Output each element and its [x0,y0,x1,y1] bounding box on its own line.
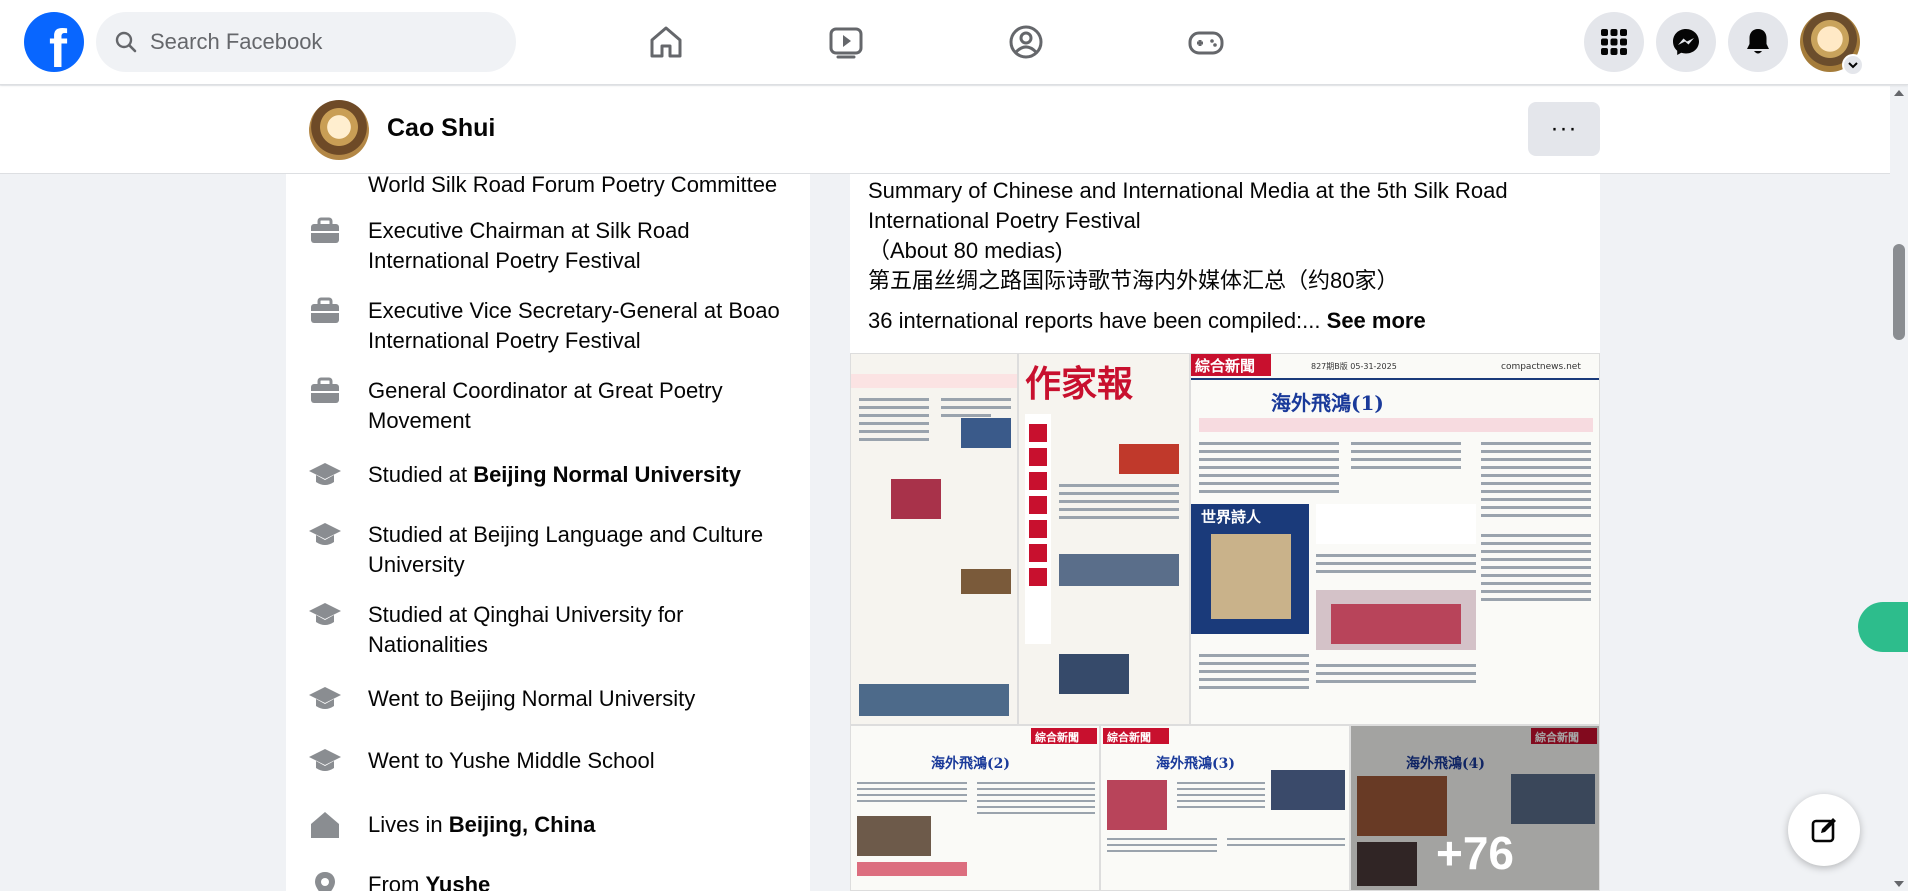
intro-item: World Silk Road Forum Poetry Committee [308,174,798,200]
search-icon [115,31,137,53]
intro-item: Executive Vice Secretary-General at Boao… [308,296,798,356]
section-label: 綜合新聞 [1195,357,1255,375]
post-card: Summary of Chinese and International Med… [850,174,1600,891]
compose-icon [1811,818,1836,843]
briefcase-icon [311,217,339,243]
more-photos-overlay[interactable]: +76 [1351,726,1599,890]
messenger-icon[interactable] [1656,12,1716,72]
site-name: compactnews.net [1501,362,1581,372]
newspaper-photo-more[interactable]: 綜合新聞 海外飛鴻(4) +76 [1350,725,1600,891]
headline: 海外飛鴻(1) [1271,391,1384,415]
newspaper-photo[interactable] [850,353,1018,725]
photo-grid: 作家報 綜合新聞 827期B版 05-31-2025 compactnews.n… [850,353,1600,891]
post-line: （About 80 medias) [868,238,1063,263]
search-bar[interactable] [96,12,516,72]
newspaper-photo[interactable]: 綜合新聞 827期B版 05-31-2025 compactnews.net 海… [1190,353,1600,725]
see-more-link[interactable]: See more [1327,308,1426,333]
headline: 海外飛鴻(2) [931,755,1010,772]
graduation-cap-icon [309,603,341,625]
masthead-text: 作家報 [1025,363,1133,405]
section-label: 綜合新聞 [1035,730,1079,744]
graduation-cap-icon [309,749,341,771]
profile-avatar[interactable] [309,100,369,160]
account-avatar[interactable] [1800,12,1864,76]
page-scrollbar[interactable] [1890,86,1908,891]
newspaper-photo[interactable]: 綜合新聞 海外飛鴻(3) [1100,725,1350,891]
notifications-icon[interactable] [1728,12,1788,72]
facebook-logo-icon[interactable]: f [24,12,84,72]
watch-icon[interactable] [820,14,872,70]
intro-item: Studied at Beijing Normal University [308,460,798,490]
search-input[interactable] [150,29,470,55]
groups-icon[interactable] [1000,14,1052,70]
briefcase-icon [311,297,339,323]
intro-card: World Silk Road Forum Poetry Committee E… [286,174,810,891]
home-icon [311,812,339,838]
profile-name[interactable]: Cao Shui [387,114,495,143]
post-line: Summary of Chinese and International Med… [868,178,1508,233]
briefcase-icon [308,174,342,200]
graduation-cap-icon [309,687,341,709]
issue-date: 827期B版 05-31-2025 [1311,361,1397,371]
gaming-icon[interactable] [1180,14,1232,70]
scroll-up-arrow-icon[interactable] [1890,86,1908,100]
newspaper-photo[interactable]: 作家報 [1018,353,1190,725]
intro-item: Studied at Beijing Language and Culture … [308,520,798,580]
scrollbar-thumb[interactable] [1893,244,1905,340]
intro-item: Went to Yushe Middle School [308,746,798,776]
magazine-title: 世界詩人 [1201,508,1262,526]
scroll-down-arrow-icon[interactable] [1890,877,1908,891]
intro-item: Executive Chairman at Silk Road Internat… [308,216,798,276]
headline: 海外飛鴻(3) [1156,755,1235,772]
newspaper-photo[interactable]: 綜合新聞 海外飛鴻(2) [850,725,1100,891]
profile-header-bar: Cao Shui ··· [0,86,1890,174]
browser-extension-icon[interactable] [1858,602,1908,652]
section-label: 綜合新聞 [1107,730,1151,744]
post-body: Summary of Chinese and International Med… [868,176,1588,336]
menu-grid-icon[interactable] [1584,12,1644,72]
intro-item: Studied at Qinghai University for Nation… [308,600,798,660]
post-line: 第五届丝绸之路国际诗歌节海内外媒体汇总（约80家） [868,268,1399,293]
top-navbar: f [0,0,1908,85]
intro-item: Went to Beijing Normal University [308,684,798,714]
intro-item: From Yushe [308,870,798,891]
home-icon[interactable] [640,14,692,70]
post-line: 36 international reports have been compi… [868,308,1426,333]
intro-item: Lives in Beijing, China [308,810,798,840]
graduation-cap-icon [309,463,341,485]
graduation-cap-icon [309,523,341,545]
location-pin-icon [315,872,335,891]
intro-item: General Coordinator at Great Poetry Move… [308,376,798,436]
more-options-button[interactable]: ··· [1528,102,1600,156]
chevron-down-icon[interactable] [1842,54,1864,76]
briefcase-icon [311,377,339,403]
new-message-button[interactable] [1788,794,1860,866]
